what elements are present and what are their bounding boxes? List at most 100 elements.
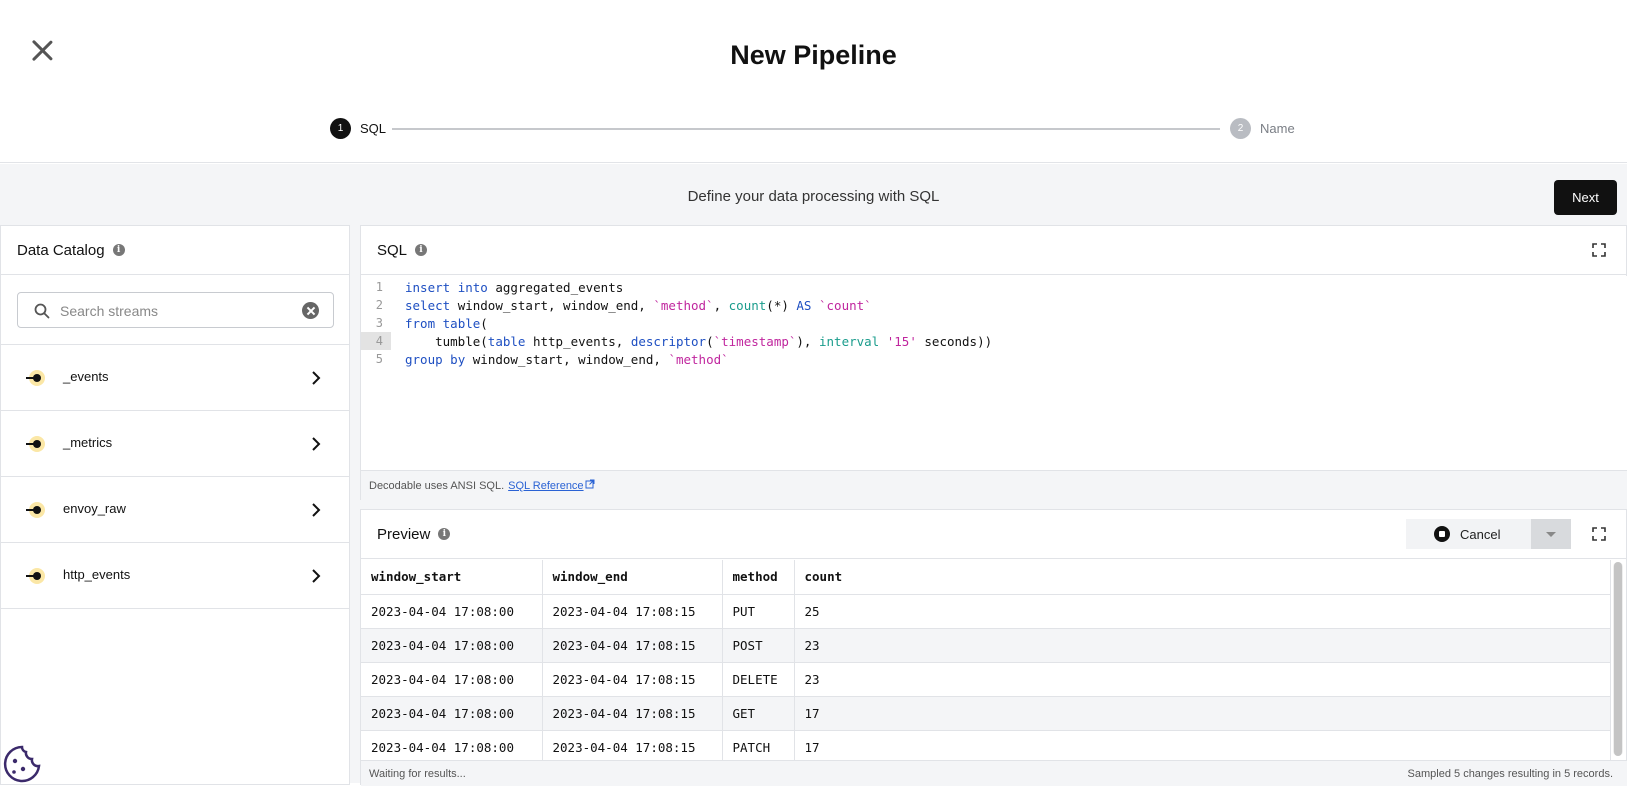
table-cell: 2023-04-04 17:08:00 <box>361 628 543 663</box>
table-scrollbar[interactable] <box>1613 562 1623 756</box>
code-line: 3 from table( <box>361 314 1627 332</box>
step-name[interactable]: 2 Name <box>1230 118 1295 139</box>
expand-icon[interactable] <box>1592 527 1606 541</box>
stream-item-events[interactable]: _events <box>1 345 349 411</box>
column-header[interactable]: count <box>794 560 1611 595</box>
step-connector <box>392 128 1220 130</box>
chevron-right-icon <box>312 503 321 517</box>
line-number: 5 <box>375 352 383 366</box>
step-sql[interactable]: 1 SQL <box>330 118 386 139</box>
preview-table-container: window_start window_end method count 202… <box>361 560 1611 760</box>
step-label: SQL <box>360 121 387 136</box>
chevron-down-icon <box>1546 531 1556 537</box>
sql-title: SQL <box>377 241 408 259</box>
column-header[interactable]: window_end <box>542 560 723 595</box>
preview-table: window_start window_end method count 202… <box>361 560 1611 760</box>
stream-item-envoy-raw[interactable]: envoy_raw <box>1 477 349 543</box>
table-row: 2023-04-04 17:08:00 2023-04-04 17:08:15 … <box>361 730 1611 760</box>
sql-editor[interactable]: 1 insert into aggregated_events 2 select… <box>361 276 1627 470</box>
column-header[interactable]: window_start <box>361 560 543 595</box>
table-cell: 2023-04-04 17:08:15 <box>542 594 723 629</box>
cancel-label: Cancel <box>1460 526 1501 542</box>
search-box <box>17 292 334 328</box>
catalog-title: Data Catalog <box>17 241 105 259</box>
line-number: 2 <box>375 298 383 312</box>
info-icon[interactable]: i <box>415 244 428 256</box>
table-cell: 2023-04-04 17:08:00 <box>361 594 543 629</box>
code-text: from table( <box>391 316 488 331</box>
string-literal: `count` <box>819 297 872 313</box>
table-cell: 17 <box>794 696 1611 731</box>
table-cell: PATCH <box>722 730 795 760</box>
table-cell: 23 <box>794 662 1611 697</box>
keyword: select <box>405 297 451 313</box>
stream-label: _metrics <box>63 435 113 450</box>
sql-reference-link[interactable]: SQL Reference <box>508 479 595 492</box>
punctuation: (*) <box>766 297 789 313</box>
code-line: 2 select window_start, window_end, `meth… <box>361 296 1627 314</box>
string-literal: `timestamp` <box>713 333 797 349</box>
step-label: Name <box>1260 121 1295 136</box>
cancel-button[interactable]: Cancel <box>1406 519 1531 549</box>
identifier: http_events, <box>532 333 624 349</box>
table-cell: 2023-04-04 17:08:15 <box>542 628 723 663</box>
table-cell: 2023-04-04 17:08:15 <box>542 696 723 731</box>
sql-panel: SQL i 1 insert into aggregated_events 2 … <box>360 225 1627 500</box>
search-section <box>1 275 349 345</box>
chevron-right-icon <box>312 437 321 451</box>
table-cell: 25 <box>794 594 1611 629</box>
stepper: 1 SQL 2 Name <box>330 118 1295 139</box>
keyword: interval <box>819 333 880 349</box>
page-title: New Pipeline <box>730 40 897 70</box>
keyword: AS <box>796 297 812 313</box>
stream-icon <box>26 370 45 386</box>
table-cell: 2023-04-04 17:08:00 <box>361 662 543 697</box>
preview-header: Preview i Cancel <box>361 510 1626 559</box>
table-cell: GET <box>722 696 795 731</box>
function-name: descriptor <box>630 333 707 349</box>
table-cell: 23 <box>794 628 1611 663</box>
next-button[interactable]: Next <box>1554 180 1617 215</box>
line-number: 3 <box>375 316 383 330</box>
expand-icon[interactable] <box>1592 243 1606 257</box>
code-text: insert into aggregated_events <box>391 280 623 295</box>
step-number: 1 <box>330 118 351 139</box>
string-literal: '15' <box>886 333 917 349</box>
stream-item-metrics[interactable]: _metrics <box>1 411 349 477</box>
function-name: count <box>728 297 767 313</box>
external-link-icon <box>585 479 595 489</box>
table-cell: 2023-04-04 17:08:15 <box>542 662 723 697</box>
table-row: 2023-04-04 17:08:00 2023-04-04 17:08:15 … <box>361 696 1611 731</box>
clear-icon[interactable] <box>302 302 319 319</box>
info-icon[interactable]: i <box>438 528 451 540</box>
keyword: table <box>442 315 481 331</box>
string-literal: `method` <box>668 351 729 367</box>
sql-footer: Decodable uses ANSI SQL. SQL Reference <box>361 470 1627 500</box>
keyword: into <box>457 279 488 295</box>
table-cell: 17 <box>794 730 1611 760</box>
stream-icon <box>26 436 45 452</box>
search-input[interactable] <box>60 300 290 322</box>
stream-label: http_events <box>63 567 131 582</box>
keyword: insert <box>405 279 451 295</box>
line-number: 1 <box>375 280 383 294</box>
cancel-dropdown-button[interactable] <box>1531 519 1571 549</box>
data-catalog-panel: Data Catalog i _events <box>0 225 350 785</box>
identifier: tumble( <box>435 333 488 349</box>
code-text: tumble(table http_events, descriptor(`ti… <box>391 334 992 349</box>
line-number: 4 <box>361 332 391 350</box>
stream-icon <box>26 568 45 584</box>
punctuation: , <box>713 297 722 313</box>
stream-item-http-events[interactable]: http_events <box>1 543 349 609</box>
link-text: SQL Reference <box>508 480 584 492</box>
info-icon[interactable]: i <box>112 244 125 256</box>
column-header[interactable]: method <box>722 560 795 595</box>
scrollbar-thumb[interactable] <box>1614 562 1622 756</box>
code-line-active: 4 tumble(table http_events, descriptor(`… <box>361 332 1627 350</box>
preview-footer: Waiting for results... Sampled 5 changes… <box>361 760 1627 786</box>
cookie-icon[interactable] <box>2 744 42 784</box>
catalog-header: Data Catalog i <box>1 226 349 275</box>
identifier: seconds)) <box>924 333 993 349</box>
table-row: 2023-04-04 17:08:00 2023-04-04 17:08:15 … <box>361 594 1611 629</box>
identifier: aggregated_events <box>495 279 624 295</box>
